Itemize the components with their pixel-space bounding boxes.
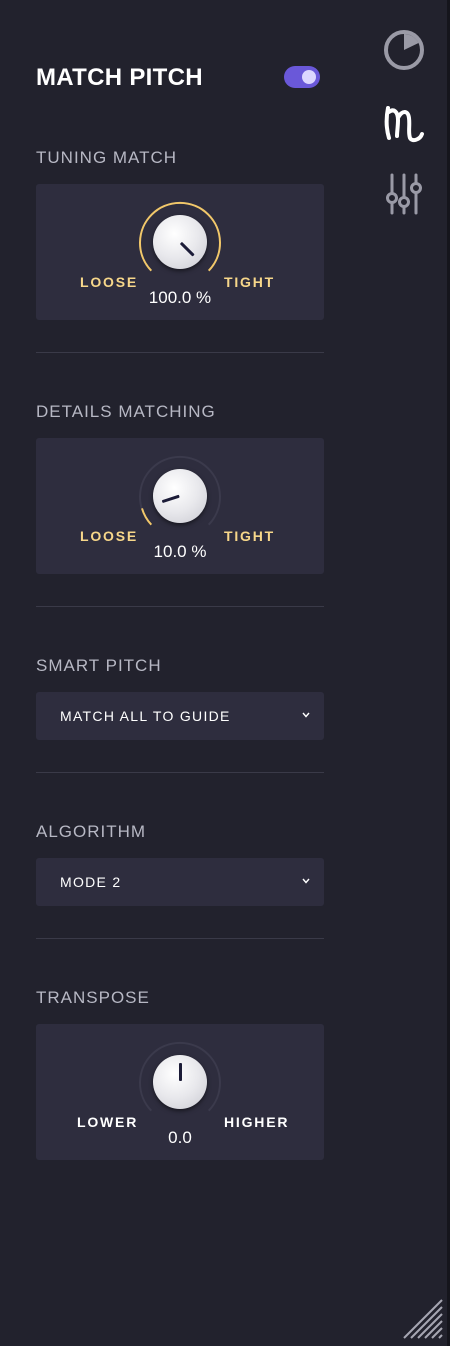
melodyne-m-icon[interactable] xyxy=(382,100,428,146)
details-knob-wrap xyxy=(137,453,223,539)
divider xyxy=(36,938,324,939)
divider xyxy=(36,606,324,607)
transpose-value: 0.0 xyxy=(168,1128,192,1147)
toggle-thumb xyxy=(302,70,316,84)
resize-grip-icon[interactable] xyxy=(400,1296,444,1340)
algorithm-label: ALGORITHM xyxy=(36,822,147,841)
knob-indicator xyxy=(179,1063,182,1081)
algorithm-select[interactable]: MODE 2 xyxy=(36,858,324,906)
smart-pitch-label: SMART PITCH xyxy=(36,656,162,675)
smart-pitch-value: MATCH ALL TO GUIDE xyxy=(60,708,231,724)
match-pitch-panel: MATCH PITCH TUNING MATCH LOOSE TIGHT 100… xyxy=(0,0,450,1346)
details-matching-card: LOOSE TIGHT 10.0 % xyxy=(36,438,324,574)
divider xyxy=(36,352,324,353)
transpose-card: LOWER HIGHER 0.0 xyxy=(36,1024,324,1160)
tuning-match-label: TUNING MATCH xyxy=(36,148,178,167)
mixer-sliders-icon[interactable] xyxy=(384,172,424,216)
tuning-knob-wrap xyxy=(137,199,223,285)
algorithm-value: MODE 2 xyxy=(60,874,122,890)
chevron-down-icon xyxy=(302,712,310,718)
knob-indicator xyxy=(161,495,180,504)
tuning-match-value: 100.0 % xyxy=(148,288,212,307)
transpose-knob[interactable] xyxy=(153,1055,207,1109)
transpose-knob-wrap xyxy=(137,1039,223,1125)
divider xyxy=(36,772,324,773)
details-matching-label: DETAILS MATCHING xyxy=(36,402,216,421)
smart-pitch-select[interactable]: MATCH ALL TO GUIDE xyxy=(36,692,324,740)
details-matching-knob[interactable] xyxy=(153,469,207,523)
tuning-match-card: LOOSE TIGHT 100.0 % xyxy=(36,184,324,320)
clock-meter-icon[interactable] xyxy=(382,28,426,72)
knob-indicator xyxy=(180,241,195,257)
panel-title: MATCH PITCH xyxy=(36,64,203,91)
details-matching-value: 10.0 % xyxy=(153,542,207,561)
transpose-label: TRANSPOSE xyxy=(36,988,150,1007)
tuning-match-knob[interactable] xyxy=(153,215,207,269)
match-pitch-toggle[interactable] xyxy=(284,66,320,88)
chevron-down-icon xyxy=(302,878,310,884)
